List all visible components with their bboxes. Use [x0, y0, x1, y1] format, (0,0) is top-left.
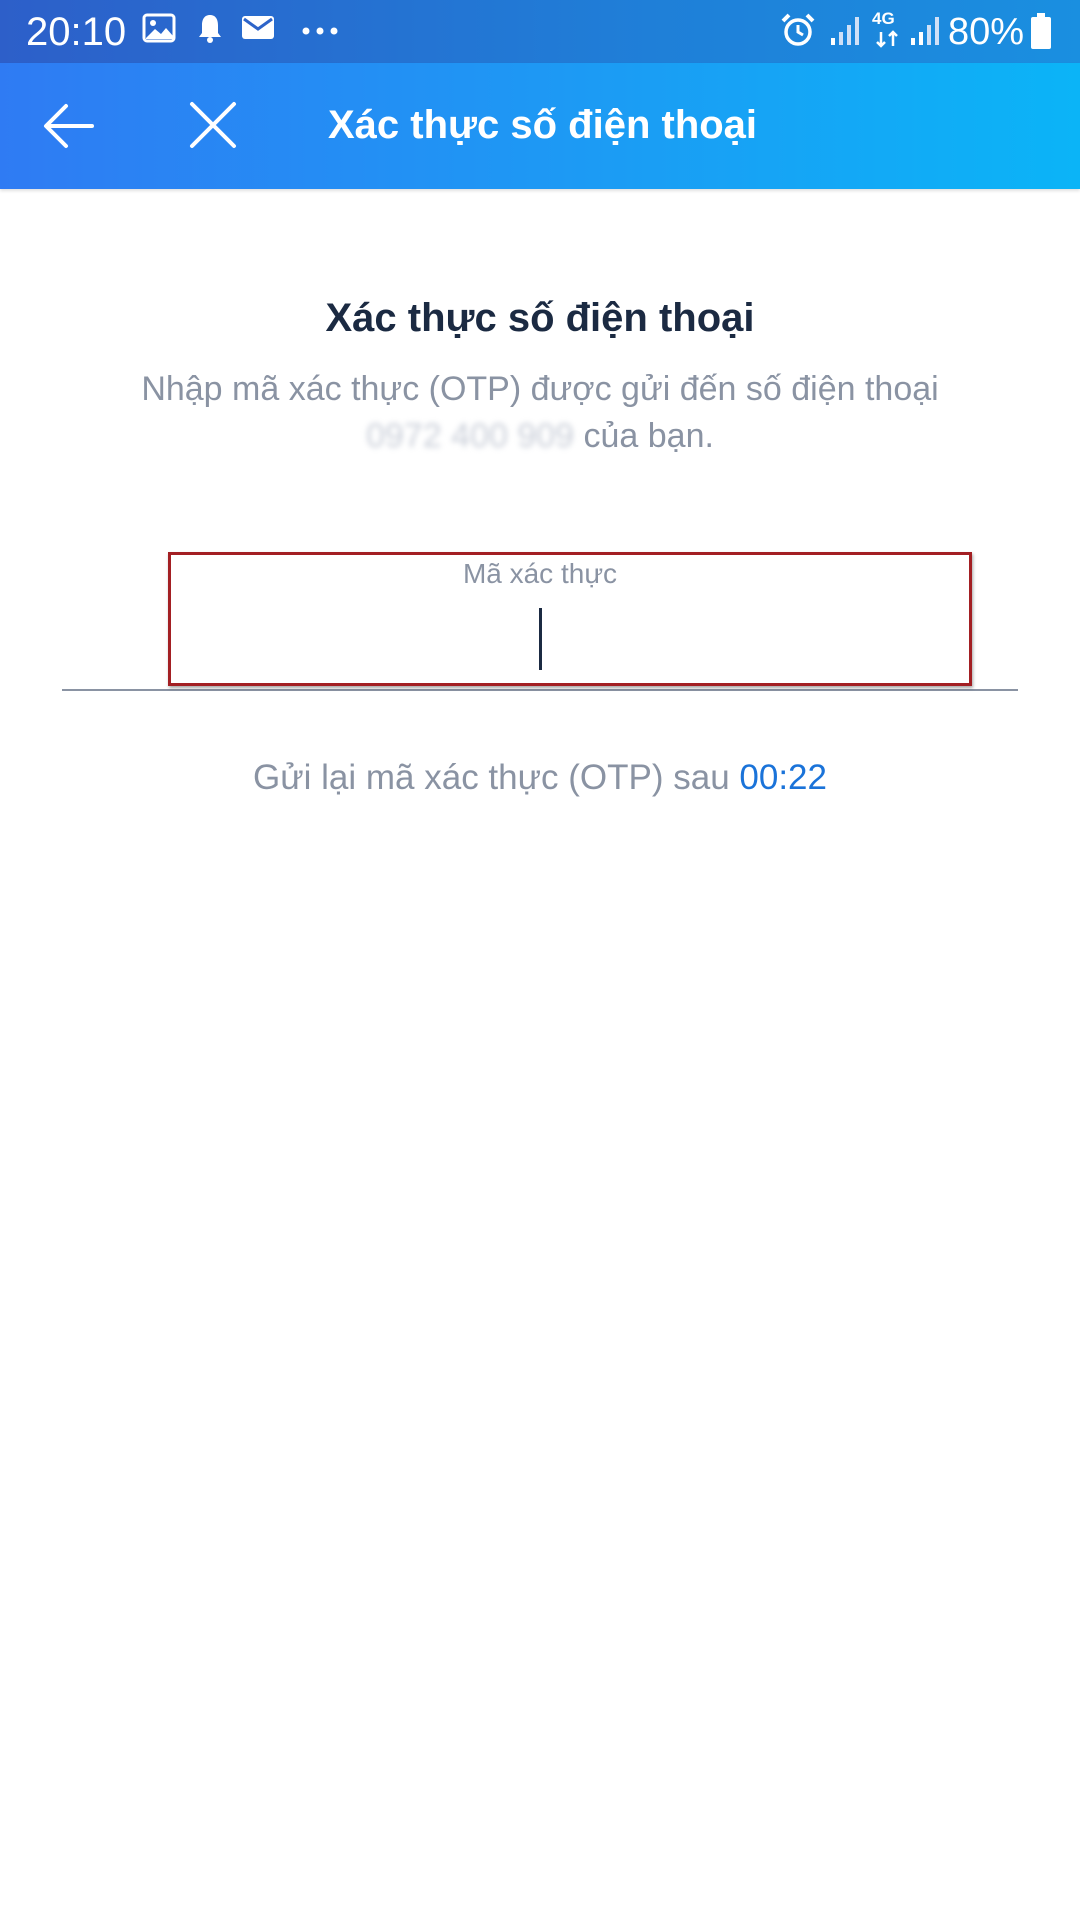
status-time: 20:10 — [26, 10, 127, 54]
signal-icon — [831, 17, 859, 45]
instruction-text: Nhập mã xác thực (OTP) được gửi đến số đ… — [141, 370, 939, 408]
phone-number: 0972 400 909 — [366, 417, 575, 455]
app-bar: Xác thực số điện thoại — [0, 63, 1080, 189]
otp-input-underline — [62, 689, 1018, 691]
page-heading: Xác thực số điện thoại — [325, 296, 755, 340]
signal-icon — [911, 17, 939, 45]
battery-icon — [1031, 13, 1051, 49]
mail-icon — [242, 16, 274, 39]
image-icon — [142, 13, 176, 43]
instruction-suffix: của bạn. — [574, 417, 714, 455]
otp-input-label: Mã xác thực — [462, 558, 618, 589]
alarm-icon — [781, 13, 815, 46]
app-bar-title: Xác thực số điện thoại — [328, 103, 758, 147]
status-bar: 20:10 4G 80% — [0, 0, 1080, 63]
more-dots-icon — [302, 27, 338, 35]
resend-countdown: 00:22 — [739, 758, 827, 797]
bell-icon — [199, 15, 221, 43]
back-button[interactable] — [40, 98, 100, 154]
resend-otp: Gửi lại mã xác thực (OTP) sau 00:22 — [0, 754, 1080, 802]
resend-text: Gửi lại mã xác thực (OTP) sau — [252, 758, 740, 797]
text-cursor — [539, 608, 542, 670]
battery-percent: 80% — [947, 11, 1024, 53]
close-button[interactable] — [186, 96, 240, 154]
4g-data-icon: 4G — [870, 10, 904, 54]
otp-instruction: Nhập mã xác thực (OTP) được gửi đến số đ… — [90, 366, 990, 460]
otp-input-field[interactable]: Mã xác thực — [62, 552, 1018, 691]
